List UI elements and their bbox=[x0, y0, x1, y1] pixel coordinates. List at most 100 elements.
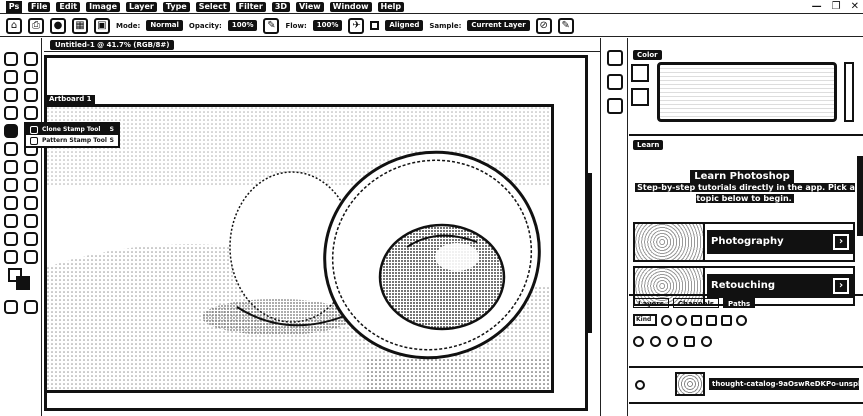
tab-layers[interactable]: Layers bbox=[633, 298, 669, 308]
minimize-button[interactable]: — bbox=[812, 1, 822, 12]
learn-scrollbar[interactable] bbox=[857, 156, 863, 236]
lock-paint-icon[interactable] bbox=[650, 336, 661, 347]
learn-card-photography[interactable]: Photography › bbox=[633, 222, 855, 262]
menu-help[interactable]: Help bbox=[377, 1, 405, 12]
sample-select[interactable]: Current Layer bbox=[467, 20, 530, 31]
brush-settings-icon[interactable]: ▦ bbox=[72, 17, 88, 34]
home-icon[interactable]: ⌂ bbox=[6, 17, 22, 34]
quick-select-tool-icon[interactable] bbox=[4, 88, 18, 102]
ignore-adjustment-icon[interactable]: ⊘ bbox=[535, 17, 552, 34]
pattern-stamp-tool-item[interactable]: Pattern Stamp Tool S bbox=[26, 135, 118, 146]
clone-stamp-tool-icon[interactable] bbox=[4, 124, 18, 138]
shape-tool-icon[interactable] bbox=[4, 232, 18, 246]
layer-row[interactable]: thought-catalog-9aOswReDKPo-unsplash bbox=[629, 366, 863, 404]
hue-slider[interactable] bbox=[844, 62, 854, 122]
layer-name[interactable]: thought-catalog-9aOswReDKPo-unsplash bbox=[709, 378, 859, 390]
mode-select[interactable]: Normal bbox=[146, 20, 183, 31]
eyedropper-tool-icon[interactable] bbox=[24, 106, 38, 120]
canvas-area[interactable]: Artboard 1 bbox=[44, 53, 592, 416]
pen-tool-icon[interactable] bbox=[24, 196, 38, 210]
menu-layer[interactable]: Layer bbox=[126, 1, 157, 12]
menu-select[interactable]: Select bbox=[195, 1, 230, 12]
blur-tool-icon[interactable] bbox=[24, 178, 38, 192]
menu-image[interactable]: Image bbox=[86, 1, 121, 12]
menu-type[interactable]: Type bbox=[162, 1, 190, 12]
brush-size-icon[interactable]: ● bbox=[50, 17, 66, 34]
pressure-size-icon[interactable]: ✎ bbox=[557, 17, 574, 34]
artboard-label[interactable]: Artboard 1 bbox=[46, 95, 95, 104]
clone-source-icon[interactable]: ▣ bbox=[94, 17, 110, 34]
color-panel-tab[interactable]: Color bbox=[633, 50, 662, 60]
bg-color-icon[interactable] bbox=[631, 88, 649, 106]
hand-tool-icon[interactable] bbox=[24, 232, 38, 246]
gradient-tool-icon[interactable] bbox=[4, 178, 18, 192]
document-tab[interactable]: Untitled-1 @ 41.7% (RGB/8#) bbox=[50, 40, 175, 50]
lock-pixels-icon[interactable] bbox=[633, 336, 644, 347]
healing-brush-tool-icon[interactable] bbox=[4, 142, 18, 156]
crop-tool-icon[interactable] bbox=[24, 88, 38, 102]
layer-lock-row bbox=[633, 336, 712, 347]
canvas-scrollbar[interactable] bbox=[586, 173, 592, 333]
properties-panel-icon[interactable] bbox=[607, 74, 623, 90]
path-select-tool-icon[interactable] bbox=[24, 214, 38, 228]
chevron-right-icon: › bbox=[833, 234, 849, 250]
adjustments-panel-icon[interactable] bbox=[607, 98, 623, 114]
zoom-tool-icon[interactable] bbox=[24, 250, 38, 264]
stamp-tool-flyout: Clone Stamp Tool S Pattern Stamp Tool S bbox=[24, 122, 120, 148]
layer-kind-filter[interactable]: Kind bbox=[633, 314, 657, 326]
airbrush-icon[interactable]: ✈ bbox=[348, 17, 365, 34]
lasso-tool-icon[interactable] bbox=[24, 70, 38, 84]
dodge-tool-icon[interactable] bbox=[4, 196, 18, 210]
menu-file[interactable]: File bbox=[28, 1, 51, 12]
history-panel-icon[interactable] bbox=[607, 50, 623, 66]
lock-artboard-icon[interactable] bbox=[684, 336, 695, 347]
mode-label: Mode: bbox=[116, 21, 141, 30]
tab-channels[interactable]: Channels bbox=[672, 298, 720, 308]
type-tool-icon[interactable] bbox=[4, 214, 18, 228]
lock-position-icon[interactable] bbox=[667, 336, 678, 347]
retouching-label: Retouching bbox=[711, 280, 776, 291]
color-spectrum[interactable] bbox=[657, 62, 837, 122]
background-color-swatch[interactable] bbox=[16, 276, 30, 290]
adjustment-filter-icon[interactable] bbox=[676, 314, 687, 326]
more-tools-icon[interactable] bbox=[4, 250, 18, 264]
screen-mode-icon[interactable] bbox=[24, 300, 38, 314]
menu-view[interactable]: View bbox=[296, 1, 324, 12]
filter-toggle-icon[interactable] bbox=[736, 314, 747, 326]
history-brush-tool-icon[interactable] bbox=[4, 160, 18, 174]
smart-object-filter-icon[interactable] bbox=[721, 314, 732, 326]
aligned-checkbox[interactable] bbox=[370, 21, 380, 30]
marquee-tool-icon[interactable] bbox=[4, 70, 18, 84]
menu-filter[interactable]: Filter bbox=[235, 1, 266, 12]
pressure-opacity-icon[interactable]: ✎ bbox=[263, 17, 280, 34]
document-tab-bar: Untitled-1 @ 41.7% (RGB/8#) bbox=[44, 38, 600, 52]
restore-button[interactable]: ❐ bbox=[832, 1, 841, 12]
eraser-tool-icon[interactable] bbox=[24, 160, 38, 174]
learn-panel-tab[interactable]: Learn bbox=[633, 140, 664, 150]
lock-all-icon[interactable] bbox=[701, 336, 712, 347]
menu-3d[interactable]: 3D bbox=[271, 1, 291, 12]
visibility-eye-icon[interactable] bbox=[635, 380, 645, 390]
shape-filter-icon[interactable] bbox=[706, 314, 717, 326]
right-panels: Color Learn Learn Photoshop Step-by-step… bbox=[629, 38, 863, 416]
flow-input[interactable]: 100% bbox=[312, 20, 343, 31]
close-button[interactable]: ✕ bbox=[851, 1, 859, 12]
artboard-tool-icon[interactable] bbox=[24, 52, 38, 66]
quick-mask-icon[interactable] bbox=[4, 300, 18, 314]
tab-paths[interactable]: Paths bbox=[723, 298, 756, 308]
fg-color-icon[interactable] bbox=[631, 64, 649, 82]
clone-stamp-tool-item[interactable]: Clone Stamp Tool S bbox=[26, 124, 118, 135]
move-tool-icon[interactable] bbox=[4, 52, 18, 66]
type-filter-icon[interactable] bbox=[691, 314, 702, 326]
menu-edit[interactable]: Edit bbox=[56, 1, 81, 12]
pattern-stamp-icon bbox=[30, 136, 38, 145]
clone-stamp-preset-icon[interactable]: ⎙ bbox=[28, 17, 44, 34]
artboard[interactable] bbox=[44, 104, 554, 393]
menu-window[interactable]: Window bbox=[329, 1, 372, 12]
options-bar: ⌂ ⎙ ● ▦ ▣ Mode: Normal Opacity: 100% ✎ F… bbox=[0, 15, 863, 37]
pixel-filter-icon[interactable] bbox=[661, 314, 672, 326]
frame-tool-icon[interactable] bbox=[4, 106, 18, 120]
opacity-input[interactable]: 100% bbox=[227, 20, 258, 31]
clone-stamp-icon bbox=[30, 125, 38, 134]
learn-subtitle-text: Step-by-step tutorials directly in the a… bbox=[635, 183, 855, 203]
